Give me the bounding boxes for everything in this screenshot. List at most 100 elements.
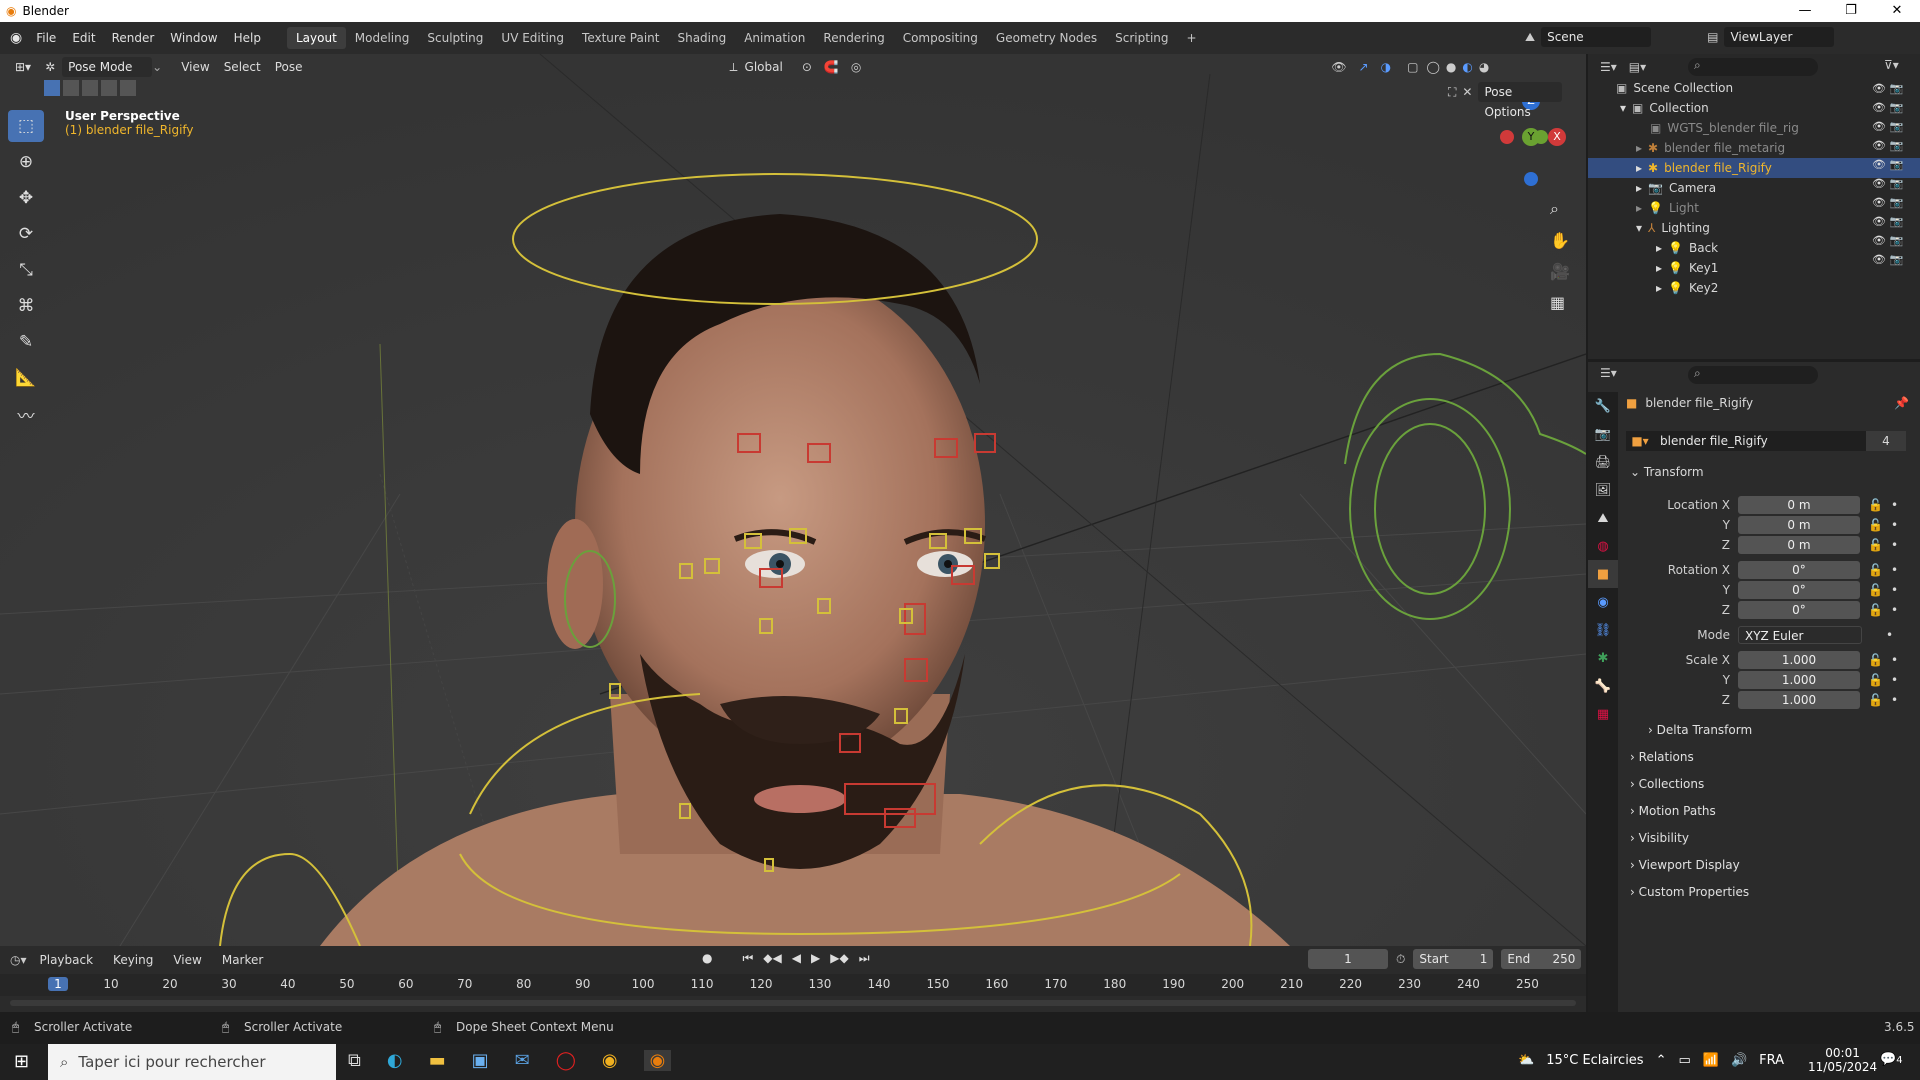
eye-icon[interactable]: 👁 📷 <box>1872 196 1903 209</box>
pin-icon[interactable]: 📌 <box>1894 396 1909 410</box>
edge-icon[interactable]: ◐ <box>387 1050 403 1071</box>
mail-icon[interactable]: ✉ <box>515 1050 530 1071</box>
keyframe-dot-icon[interactable]: • <box>1891 563 1898 577</box>
rotation-x-field[interactable]: 0° <box>1738 561 1860 579</box>
opera-icon[interactable]: ◯ <box>556 1050 576 1071</box>
lock-icon[interactable]: 🔓 <box>1868 498 1883 512</box>
gizmo-toggle-icon[interactable]: ↗ <box>1359 60 1369 74</box>
sidebar-toggle-icon[interactable]: ⛶ <box>1448 85 1456 100</box>
location-x-field[interactable]: 0 m <box>1738 496 1860 514</box>
scale-y-field[interactable]: 1.000 <box>1738 671 1860 689</box>
gizmo-neg-z-icon[interactable] <box>1524 172 1538 186</box>
scale-tool-icon[interactable]: ⤡ <box>8 254 44 286</box>
close-button[interactable]: ✕ <box>1874 0 1920 22</box>
chrome-icon[interactable]: ◉ <box>602 1050 618 1071</box>
notification-icon[interactable]: 💬4 <box>1880 1052 1903 1067</box>
eye-icon[interactable]: 👁 📷 <box>1872 215 1903 228</box>
outliner-row-key1[interactable]: ▸ 💡 Key1 <box>1588 258 1920 278</box>
keying-menu[interactable]: Keying <box>106 951 160 969</box>
store-icon[interactable]: ▣ <box>472 1050 489 1071</box>
filter-icon[interactable]: ⊽▾ <box>1884 58 1899 72</box>
orientation-icon[interactable]: ⟂ <box>730 60 738 75</box>
object-tab-icon[interactable]: ■ <box>1588 560 1618 588</box>
close-x-icon[interactable]: ✕ <box>1462 85 1472 99</box>
pose-options-button[interactable]: Pose Options <box>1478 82 1563 119</box>
tab-shading[interactable]: Shading <box>668 27 735 49</box>
scene-tab-icon[interactable]: ⛰ <box>1588 504 1618 532</box>
properties-editor-icon[interactable]: ☰▾ <box>1600 366 1617 380</box>
stopwatch-icon[interactable]: ⏱ <box>1396 952 1405 967</box>
menu-pose[interactable]: Pose <box>268 58 310 76</box>
weather-text[interactable]: 15°C Eclaircies <box>1546 1053 1643 1068</box>
outliner-editor-icon[interactable]: ☰▾ <box>1600 60 1617 74</box>
move-tool-icon[interactable]: ✥ <box>8 182 44 214</box>
mode-select[interactable]: Pose Mode <box>62 57 153 77</box>
end-frame-field[interactable]: End 250 <box>1501 949 1582 969</box>
expand-arrow-icon[interactable]: ▾ <box>1620 101 1626 115</box>
measure-tool-icon[interactable]: 📐 <box>8 362 44 394</box>
eye-icon[interactable]: 👁 📷 <box>1872 158 1903 171</box>
rotation-y-field[interactable]: 0° <box>1738 581 1860 599</box>
render-tab-icon[interactable]: 📷 <box>1588 420 1618 448</box>
motion-paths-panel[interactable]: › Motion Paths <box>1630 804 1716 818</box>
outliner-row-scene-collection[interactable]: ▣ Scene Collection <box>1588 78 1920 98</box>
camera-view-icon[interactable]: 🎥 <box>1550 262 1570 281</box>
eye-icon[interactable]: 👁 📷 <box>1872 101 1903 114</box>
play-icon[interactable]: ▶ <box>811 951 820 966</box>
rotation-z-field[interactable]: 0° <box>1738 601 1860 619</box>
menu-render[interactable]: Render <box>104 31 163 45</box>
expand-arrow-icon[interactable]: ▾ <box>1636 221 1642 235</box>
outliner-row-key2[interactable]: ▸ 💡 Key2 <box>1588 278 1920 298</box>
snap-icon[interactable]: 🧲 <box>824 60 839 74</box>
task-view-icon[interactable]: ⧉ <box>348 1050 361 1071</box>
select-new-icon[interactable] <box>44 80 60 96</box>
select-extend-icon[interactable] <box>63 80 79 96</box>
tab-texture-paint[interactable]: Texture Paint <box>573 27 668 49</box>
rotation-mode-select[interactable]: XYZ Euler <box>1738 626 1862 644</box>
rendered-shading-icon[interactable]: ◕ <box>1479 60 1489 74</box>
editor-type-icon[interactable]: ⊞▾ <box>8 58 38 76</box>
keyframe-dot-icon[interactable]: • <box>1891 693 1898 707</box>
viewlayer-field[interactable]: ViewLayer <box>1724 27 1835 47</box>
grid-ortho-icon[interactable]: ▦ <box>1550 293 1570 312</box>
weather-icon[interactable]: ⛅ <box>1518 1053 1534 1068</box>
menu-select[interactable]: Select <box>217 58 268 76</box>
jump-start-icon[interactable]: ⏮ <box>742 951 753 966</box>
expand-arrow-icon[interactable]: ▸ <box>1636 161 1642 175</box>
scale-x-field[interactable]: 1.000 <box>1738 651 1860 669</box>
eye-icon[interactable]: 👁 📷 <box>1872 177 1903 190</box>
3d-viewport[interactable]: Z X Y ⌕ ✋ 🎥 ▦ User Perspective (1) blend… <box>0 54 1586 946</box>
tab-animation[interactable]: Animation <box>735 27 814 49</box>
expand-arrow-icon[interactable]: ▸ <box>1656 241 1662 255</box>
eye-icon[interactable]: 👁 📷 <box>1872 82 1903 95</box>
delta-transform-panel[interactable]: › Delta Transform <box>1648 723 1752 737</box>
cursor-tool-icon[interactable]: ⊕ <box>8 146 44 178</box>
timeline-editor-icon[interactable]: ◷▾ <box>10 953 27 967</box>
lock-icon[interactable]: 🔓 <box>1868 583 1883 597</box>
outliner-row-metarig[interactable]: ▸ ✱ blender file_metarig <box>1588 138 1920 158</box>
armature-data-tab-icon[interactable]: ✱ <box>1588 644 1618 672</box>
location-y-field[interactable]: 0 m <box>1738 516 1860 534</box>
collections-panel[interactable]: › Collections <box>1630 777 1704 791</box>
viewport-display-panel[interactable]: › Viewport Display <box>1630 858 1740 872</box>
world-tab-icon[interactable]: ◍ <box>1588 532 1618 560</box>
select-box-tool-icon[interactable]: ⬚ <box>8 110 44 142</box>
transform-panel-header[interactable]: ⌄ Transform <box>1630 465 1704 479</box>
tray-icon[interactable]: ▭ <box>1679 1053 1691 1068</box>
display-mode-icon[interactable]: ▤▾ <box>1629 60 1646 74</box>
custom-properties-panel[interactable]: › Custom Properties <box>1630 885 1749 899</box>
lock-icon[interactable]: 🔓 <box>1868 693 1883 707</box>
pan-hand-icon[interactable]: ✋ <box>1550 231 1570 250</box>
jump-end-icon[interactable]: ⏭ <box>859 951 870 966</box>
outliner-row-camera[interactable]: ▸ 📷 Camera <box>1588 178 1920 198</box>
expand-arrow-icon[interactable]: ▸ <box>1636 141 1642 155</box>
play-reverse-icon[interactable]: ◀ <box>792 951 801 966</box>
properties-search-input[interactable]: ⌕ <box>1688 366 1818 384</box>
eye-icon[interactable]: 👁 📷 <box>1872 234 1903 247</box>
marker-menu[interactable]: Marker <box>215 951 270 969</box>
proportional-icon[interactable]: ◎ <box>851 60 861 74</box>
location-z-field[interactable]: 0 m <box>1738 536 1860 554</box>
outliner-row-wgts[interactable]: ▣ WGTS_blender file_rig <box>1588 118 1920 138</box>
visibility-panel[interactable]: › Visibility <box>1630 831 1689 845</box>
lock-icon[interactable]: 🔓 <box>1868 673 1883 687</box>
